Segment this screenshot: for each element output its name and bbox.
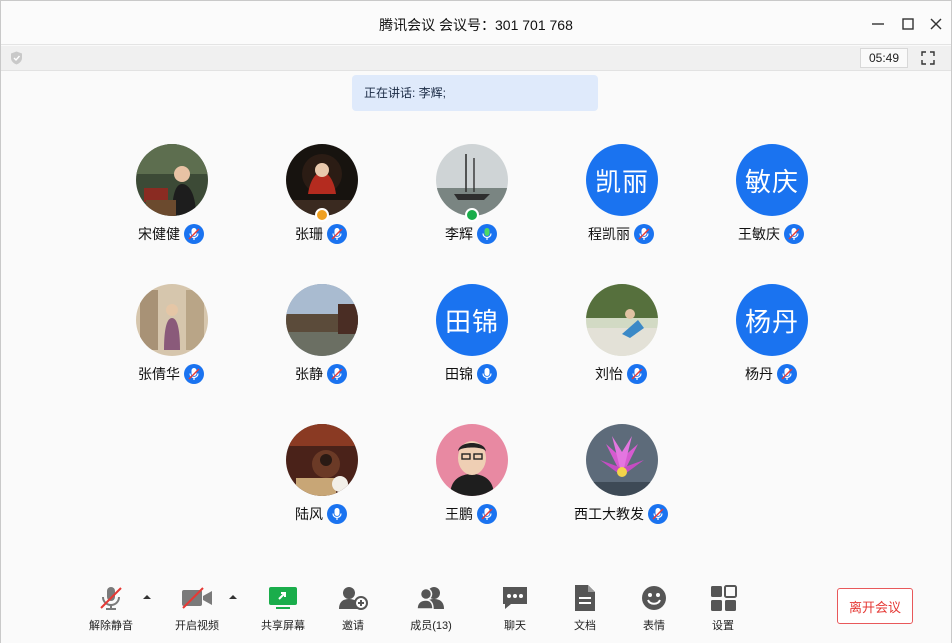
avatar xyxy=(286,424,358,496)
participant-name: 西工大教发 xyxy=(574,506,644,522)
avatar: 凯丽 xyxy=(586,144,658,216)
avatar: 田锦 xyxy=(436,284,508,356)
avatar xyxy=(586,424,658,496)
mic-muted-icon xyxy=(634,224,654,244)
participant-tile[interactable]: 刘怡 xyxy=(546,284,696,394)
chat-button[interactable]: 聊天 xyxy=(485,583,545,635)
mic-off-icon xyxy=(81,583,141,613)
avatar xyxy=(436,424,508,496)
participant-tile[interactable]: 王鹏 xyxy=(396,424,546,534)
documents-button[interactable]: 文档 xyxy=(555,583,615,635)
share-screen-button[interactable]: 共享屏幕 xyxy=(253,583,313,635)
participant-tile[interactable]: 张珊 xyxy=(246,144,396,254)
participant-tile[interactable]: 陆风 xyxy=(246,424,396,534)
participant-name: 杨丹 xyxy=(745,366,773,382)
minimize-icon xyxy=(872,23,884,25)
avatar xyxy=(136,284,208,356)
participant-name: 张珊 xyxy=(295,226,323,242)
share-screen-label: 共享屏幕 xyxy=(261,620,305,632)
mic-muted-icon xyxy=(184,224,204,244)
participant-name: 李辉 xyxy=(445,226,473,242)
unmute-button[interactable]: 解除静音 xyxy=(81,583,141,635)
participant-name: 刘怡 xyxy=(595,366,623,382)
participant-name: 王鹏 xyxy=(445,506,473,522)
start-video-button[interactable]: 开启视频 xyxy=(167,583,227,635)
participant-tile[interactable]: 李辉 xyxy=(396,144,546,254)
participant-name: 陆风 xyxy=(295,506,323,522)
participant-tile[interactable]: 西工大教发 xyxy=(546,424,696,534)
active-speaker-banner: 正在讲话: 李辉; xyxy=(352,75,598,111)
settings-grid-icon xyxy=(693,583,753,613)
participant-tile[interactable]: 田锦 田锦 xyxy=(396,284,546,394)
participant-name: 张静 xyxy=(295,366,323,382)
avatar xyxy=(286,284,358,356)
chat-label: 聊天 xyxy=(504,620,526,632)
invite-button[interactable]: 邀请 xyxy=(323,583,383,635)
meeting-toolbar: 解除静音 开启视频 共享屏幕 邀请 成员(13) 聊天 文档 表情 设置 离开会… xyxy=(1,571,951,643)
participant-name: 宋健健 xyxy=(138,226,180,242)
participant-name: 程凯丽 xyxy=(588,226,630,242)
mic-muted-icon xyxy=(327,364,347,384)
participant-name: 张倩华 xyxy=(138,366,180,382)
participant-tile[interactable]: 杨丹 杨丹 xyxy=(696,284,846,394)
fullscreen-icon[interactable] xyxy=(921,51,935,65)
status-bar: 05:49 xyxy=(1,46,951,71)
mic-muted-icon xyxy=(627,364,647,384)
meeting-timer: 05:49 xyxy=(860,48,908,68)
invite-label: 邀请 xyxy=(342,620,364,632)
avatar xyxy=(436,144,508,216)
settings-label: 设置 xyxy=(712,620,734,632)
camera-off-icon xyxy=(167,583,227,613)
video-options-caret-icon[interactable] xyxy=(227,591,239,603)
smile-icon xyxy=(624,583,684,613)
mic-muted-icon xyxy=(184,364,204,384)
mic-muted-icon xyxy=(648,504,668,524)
avatar xyxy=(586,284,658,356)
start-video-label: 开启视频 xyxy=(175,620,219,632)
cohost-badge-icon xyxy=(465,208,479,222)
maximize-icon xyxy=(902,18,914,30)
avatar xyxy=(136,144,208,216)
participant-name: 田锦 xyxy=(445,366,473,382)
participant-tile[interactable]: 张倩华 xyxy=(96,284,246,394)
settings-button[interactable]: 设置 xyxy=(693,583,753,635)
participant-tile[interactable]: 凯丽 程凯丽 xyxy=(546,144,696,254)
mic-muted-icon xyxy=(477,504,497,524)
close-button[interactable] xyxy=(925,13,947,35)
window-title: 腾讯会议 会议号：301 701 768 xyxy=(379,17,573,33)
participant-tile[interactable]: 宋健健 xyxy=(96,144,246,254)
avatar: 杨丹 xyxy=(736,284,808,356)
chat-icon xyxy=(485,583,545,613)
reactions-label: 表情 xyxy=(643,620,665,632)
mic-muted-icon xyxy=(327,224,347,244)
minimize-button[interactable] xyxy=(867,13,889,35)
members-label: 成员(13) xyxy=(410,620,452,632)
security-shield-icon[interactable] xyxy=(10,51,23,65)
meeting-window: 腾讯会议 会议号：301 701 768 05:49 正在讲话: 李辉; 宋健健 xyxy=(0,0,952,643)
mic-on-icon xyxy=(327,504,347,524)
maximize-button[interactable] xyxy=(897,13,919,35)
leave-meeting-button[interactable]: 离开会议 xyxy=(837,588,913,624)
participant-tile[interactable]: 敏庆 王敏庆 xyxy=(696,144,846,254)
document-icon xyxy=(555,583,615,613)
avatar: 敏庆 xyxy=(736,144,808,216)
reactions-button[interactable]: 表情 xyxy=(624,583,684,635)
add-user-icon xyxy=(323,583,383,613)
members-icon xyxy=(401,583,461,613)
members-button[interactable]: 成员(13) xyxy=(401,583,461,635)
mic-muted-icon xyxy=(784,224,804,244)
host-badge-icon xyxy=(315,208,329,222)
participant-name: 王敏庆 xyxy=(738,226,780,242)
audio-options-caret-icon[interactable] xyxy=(141,591,153,603)
avatar xyxy=(286,144,358,216)
unmute-label: 解除静音 xyxy=(89,620,133,632)
close-icon xyxy=(930,18,942,30)
share-screen-icon xyxy=(253,583,313,613)
mic-on-icon xyxy=(477,364,497,384)
mic-speaking-icon xyxy=(477,224,497,244)
participant-tile[interactable]: 张静 xyxy=(246,284,396,394)
mic-muted-icon xyxy=(777,364,797,384)
title-bar: 腾讯会议 会议号：301 701 768 xyxy=(1,1,951,45)
documents-label: 文档 xyxy=(574,620,596,632)
